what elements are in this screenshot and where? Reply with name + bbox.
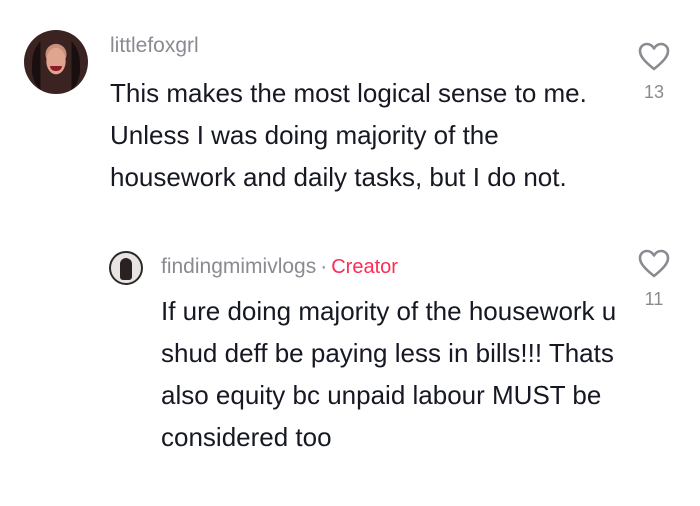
reply-header: findingmimivlogs · Creator: [161, 255, 398, 279]
separator-dot: ·: [320, 255, 328, 278]
reply-text: If ure doing majority of the housework u…: [161, 296, 617, 452]
comment-text: This makes the most logical sense to me.…: [110, 78, 587, 192]
heart-outline-icon: [638, 42, 670, 71]
like-button[interactable]: 13: [634, 42, 674, 103]
reply-username[interactable]: findingmimivlogs: [161, 255, 316, 278]
comment-thread: littlefoxgrl This makes the most logical…: [0, 0, 700, 506]
reply-avatar[interactable]: [109, 251, 143, 285]
like-count: 13: [643, 82, 665, 102]
creator-badge: Creator: [331, 256, 398, 278]
reply-like-button[interactable]: 11: [634, 249, 674, 310]
comment-username[interactable]: littlefoxgrl: [110, 34, 199, 58]
heart-outline-icon: [638, 249, 670, 278]
reply-like-count: 11: [644, 289, 664, 309]
avatar[interactable]: [24, 30, 88, 94]
